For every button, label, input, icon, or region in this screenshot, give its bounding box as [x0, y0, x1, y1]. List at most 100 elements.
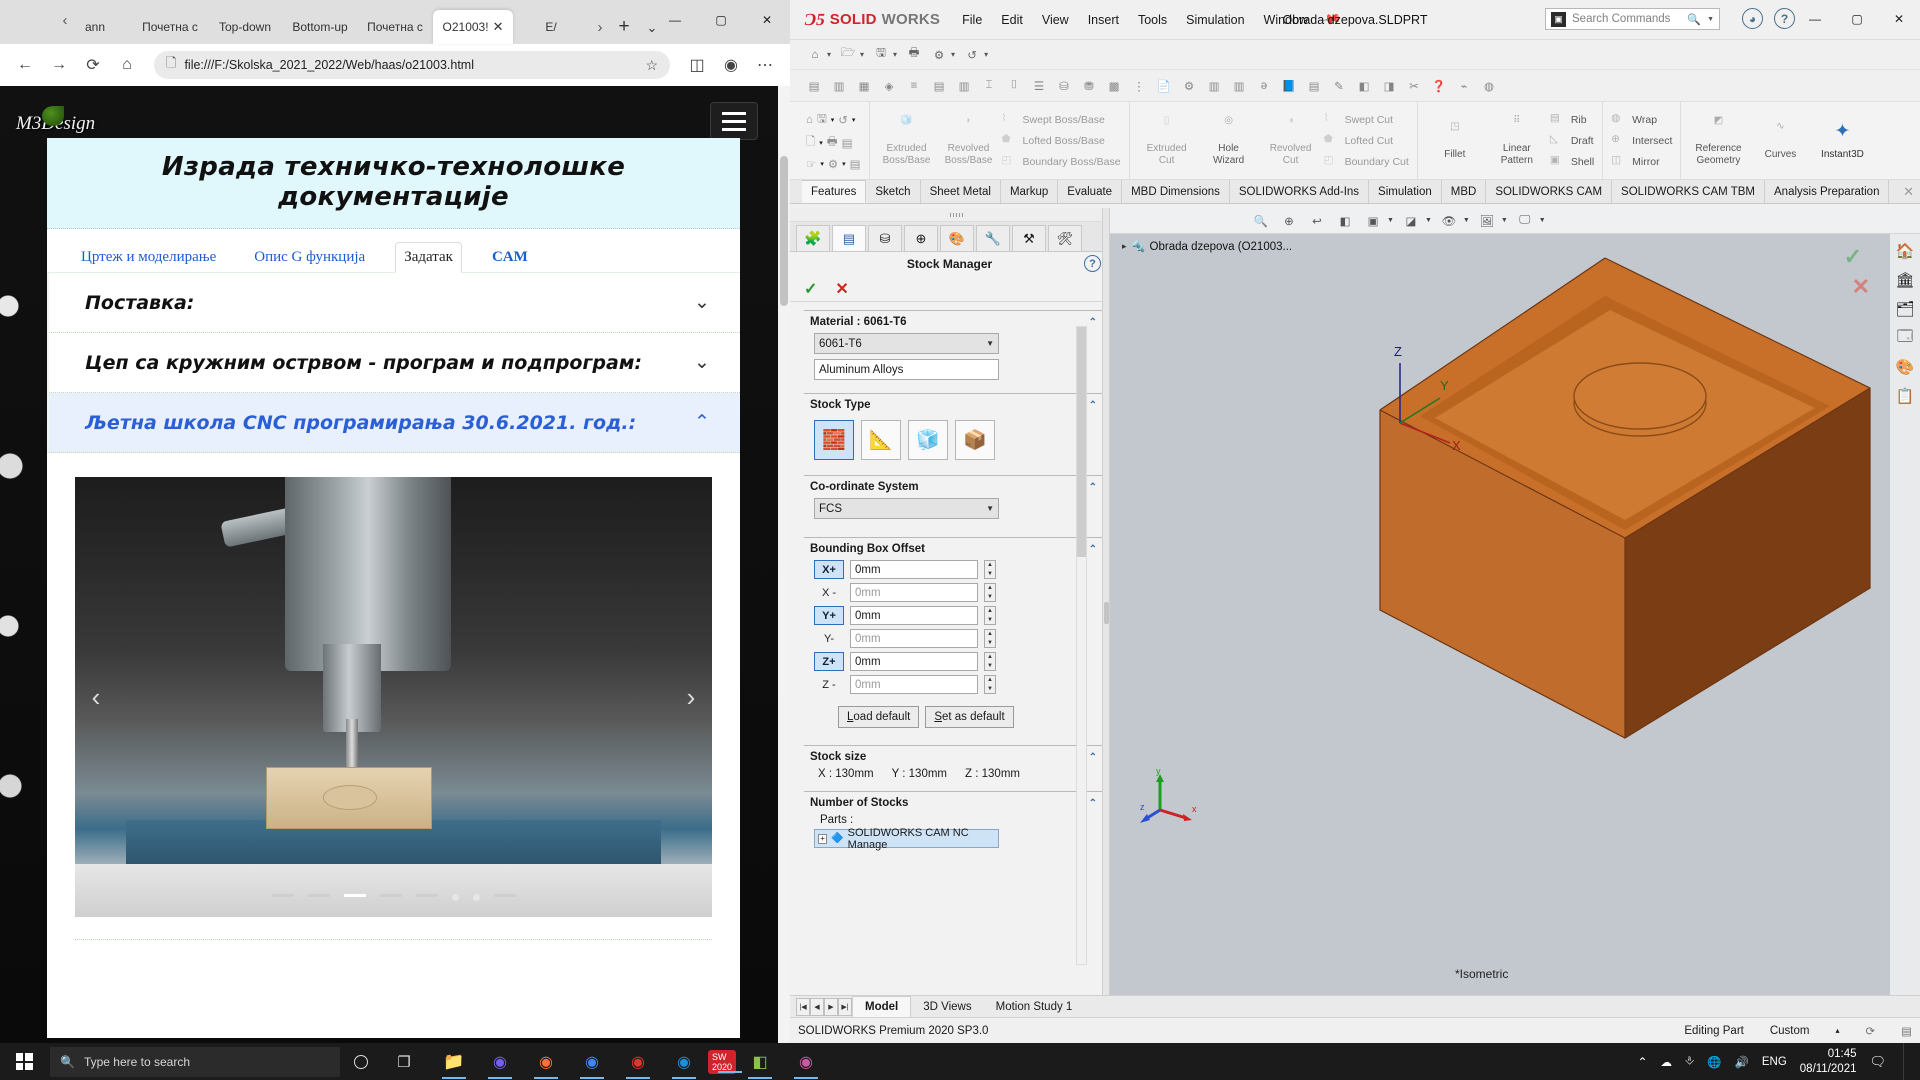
help-icon[interactable]: ?	[1084, 255, 1101, 272]
taskbar-clock[interactable]: 01:45 08/11/2021	[1800, 1047, 1857, 1076]
tab-zadatak[interactable]: Задатак	[395, 242, 462, 273]
new-document-icon[interactable]: ⌂	[804, 44, 826, 66]
view-palette-icon[interactable]: 🗔	[1894, 327, 1916, 349]
offset-input[interactable]: 0mm	[850, 583, 978, 602]
linear-pattern-button[interactable]: ⠿ Linear Pattern	[1488, 115, 1546, 166]
tab-simulation[interactable]: Simulation	[1369, 180, 1442, 203]
status-rebuild-icon[interactable]: ⟳	[1865, 1024, 1875, 1038]
draft-button[interactable]: ◺ Draft	[1550, 133, 1594, 149]
status-units[interactable]: Custom	[1770, 1025, 1810, 1037]
last-tab-button[interactable]: ▶|	[838, 997, 852, 1016]
tab-3d-views[interactable]: 3D Views	[911, 996, 983, 1018]
tab-mbd[interactable]: MBD	[1441, 180, 1487, 203]
offset-label[interactable]: Y+	[814, 606, 844, 625]
address-bar[interactable]: 🗋 file:///F:/Skolska_2021_2022/Web/haas/…	[154, 51, 670, 79]
scrollbar-thumb[interactable]	[780, 156, 788, 306]
spinner-down[interactable]: ▼	[985, 593, 995, 602]
section-view-icon[interactable]: ◧	[1334, 211, 1356, 231]
spinner-down[interactable]: ▼	[985, 662, 995, 671]
offset-label[interactable]: X -	[814, 583, 844, 602]
panel-grip[interactable]	[790, 208, 1109, 222]
close-icon[interactable]: ✕	[493, 19, 504, 35]
cam-load-op-icon[interactable]: ◨	[1377, 73, 1401, 99]
maximize-button[interactable]: ▢	[698, 0, 744, 40]
spinner-down[interactable]: ▼	[985, 616, 995, 625]
pin-icon[interactable]: 📌	[1319, 8, 1342, 32]
carousel-indicator[interactable]	[271, 894, 294, 897]
options-icon[interactable]: ⚙	[928, 44, 950, 66]
close-button[interactable]: ✕	[1878, 0, 1920, 38]
browser-tab-active[interactable]: O21003! ✕	[433, 10, 513, 44]
swept-boss-base-button[interactable]: ⌇ Swept Boss/Base	[1002, 112, 1121, 128]
tab-sheet-metal[interactable]: Sheet Metal	[920, 180, 1001, 203]
offset-label[interactable]: Y-	[814, 629, 844, 648]
open-icon[interactable]: 🗁	[837, 44, 859, 66]
zoom-to-area-icon[interactable]: ⊕	[1278, 211, 1300, 231]
tray-expand-icon[interactable]: ⌃	[1637, 1055, 1647, 1069]
cam-order-icon[interactable]: ▩	[1102, 73, 1126, 99]
new-part-icon[interactable]: 🗋	[806, 134, 815, 153]
view-orientation-icon[interactable]: ▣	[1362, 211, 1384, 231]
next-tab-button[interactable]: ▶	[824, 997, 838, 1016]
spinner-up[interactable]: ▲	[985, 607, 995, 616]
menu-view[interactable]: View	[1040, 9, 1071, 31]
material-class-field[interactable]: Aluminum Alloys	[814, 359, 999, 380]
browser-tab[interactable]: Почетна с	[358, 10, 432, 44]
tab-mbd-dimensions[interactable]: MBD Dimensions	[1122, 180, 1230, 203]
cortana-icon[interactable]	[340, 1054, 382, 1069]
menu-window[interactable]: Window	[1262, 9, 1310, 31]
show-desktop-button[interactable]	[1903, 1043, 1910, 1080]
property-manager-icon[interactable]: ▤	[832, 225, 866, 251]
tab-markup[interactable]: Markup	[1000, 180, 1059, 203]
browser-tab[interactable]: E/	[514, 10, 588, 44]
notifications-icon[interactable]: 🗨	[1869, 1054, 1886, 1070]
browser-tab[interactable]: Почетна с	[133, 10, 207, 44]
accordion-item-next[interactable]	[75, 939, 712, 981]
boundary-boss-base-button[interactable]: ◰ Boundary Boss/Base	[1002, 154, 1121, 170]
section-header[interactable]: Number of Stocks ⌃	[804, 791, 1103, 812]
hole-wizard-button[interactable]: ◎ Hole Wizard	[1200, 115, 1258, 166]
cam-define-machine-icon[interactable]: ▥	[827, 73, 851, 99]
close-button[interactable]: ✕	[744, 0, 790, 40]
cam-generate-opplan-icon[interactable]: 📄	[1152, 73, 1176, 99]
spinner[interactable]: ▲ ▼	[984, 606, 996, 625]
cam-cl-icon[interactable]: ▥	[952, 73, 976, 99]
carousel-indicator[interactable]	[379, 894, 402, 897]
offset-label[interactable]: Z+	[814, 652, 844, 671]
page-scrollbar[interactable]	[778, 86, 790, 1043]
user-icon[interactable]: ◕	[1742, 8, 1763, 29]
carousel-indicator[interactable]	[472, 894, 480, 901]
chevron-down-icon[interactable]: ▼	[1463, 217, 1470, 224]
cam-gears-icon[interactable]: ⚙	[1177, 73, 1201, 99]
notepadpp-icon[interactable]: ◧	[738, 1043, 782, 1080]
design-library-icon[interactable]: 🏛	[1894, 269, 1916, 291]
home-icon[interactable]: ⌂	[112, 50, 142, 80]
carousel-indicator[interactable]	[493, 894, 516, 897]
cam-stock-manager-icon[interactable]: ▦	[852, 73, 876, 99]
edge-icon[interactable]: ◉	[662, 1043, 706, 1080]
chevron-right-icon[interactable]: ▸	[1122, 241, 1127, 252]
save-icon[interactable]: 🖫	[870, 44, 892, 66]
tab-analysis-preparation[interactable]: Analysis Preparation	[1765, 180, 1890, 203]
spinner-down[interactable]: ▼	[985, 639, 995, 648]
set-as-default-button[interactable]: Set as default	[925, 706, 1014, 728]
apply-scene-icon[interactable]: 🖼	[1476, 211, 1498, 231]
close-icon[interactable]: ✕	[1903, 184, 1914, 200]
cam-probe-icon[interactable]: ⌷	[1002, 73, 1026, 99]
chevron-up-icon[interactable]: ⌃	[1089, 317, 1097, 328]
spinner[interactable]: ▲ ▼	[984, 675, 996, 694]
appearances-icon[interactable]: 🎨	[940, 225, 974, 251]
offset-label[interactable]: Z -	[814, 675, 844, 694]
block-stock-icon[interactable]: 🧱	[814, 420, 854, 460]
maximize-button[interactable]: ▢	[1836, 0, 1878, 38]
opera-icon[interactable]: ◉	[616, 1043, 660, 1080]
revolved-cut-button[interactable]: ◑ Revolved Cut	[1262, 115, 1320, 166]
status-units-caret[interactable]: ▴	[1835, 1026, 1839, 1035]
favorite-icon[interactable]: ☆	[645, 57, 658, 74]
task-view-icon[interactable]: ❐	[382, 1043, 426, 1080]
spinner-up[interactable]: ▲	[985, 584, 995, 593]
tab-sketch[interactable]: Sketch	[866, 180, 921, 203]
offset-input[interactable]: 0mm	[850, 652, 978, 671]
load-default-button[interactable]: Load default	[838, 706, 920, 728]
cam-tech-db-icon[interactable]: ✎	[1327, 73, 1351, 99]
